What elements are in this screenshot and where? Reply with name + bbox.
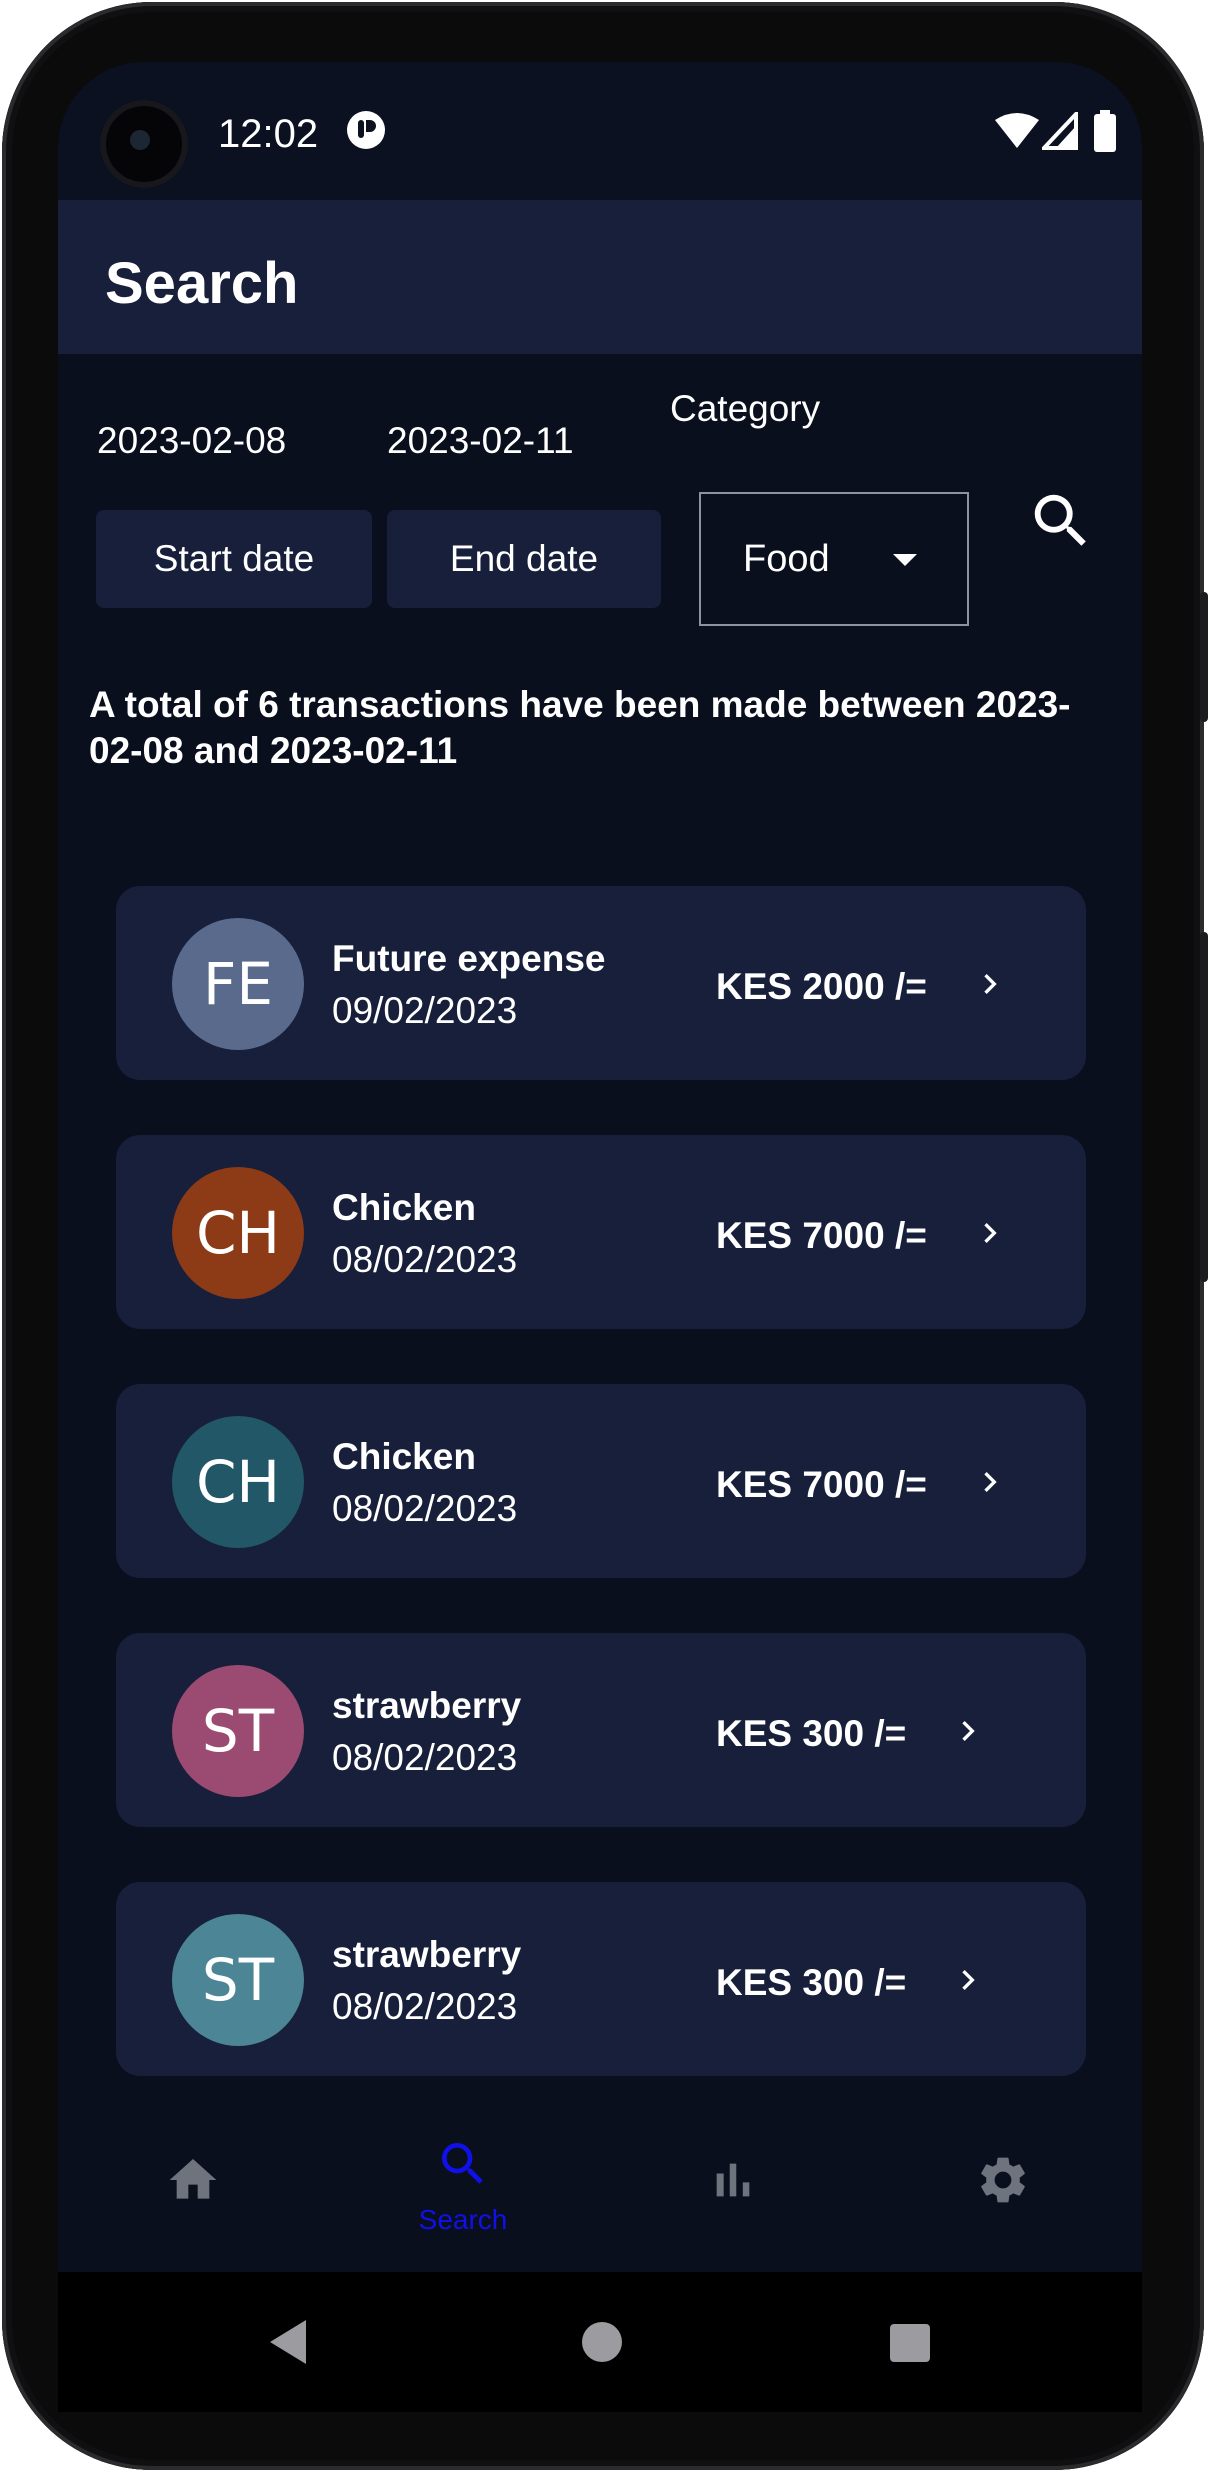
end-date-button[interactable]: End date (387, 510, 661, 608)
bar-chart-icon (716, 2163, 750, 2197)
app-bar: Search (58, 200, 1142, 354)
chevron-right-icon (984, 1223, 997, 1243)
transaction-card[interactable]: ST strawberry 08/02/2023 KES 300 /= (116, 1633, 1086, 1827)
start-date-value: 2023-02-08 (97, 420, 287, 461)
nav-item-stats[interactable] (598, 2092, 868, 2272)
transaction-amount: KES 7000 /= (716, 1215, 927, 1256)
system-navigation-bar (58, 2272, 1142, 2412)
transaction-card[interactable]: FE Future expense 09/02/2023 KES 2000 /= (116, 886, 1086, 1080)
cell-signal-icon (1042, 112, 1078, 150)
transaction-name: strawberry (332, 1934, 522, 1975)
transaction-date: 08/02/2023 (332, 1737, 518, 1778)
transaction-card[interactable]: CH Chicken 08/02/2023 KES 7000 /= (116, 1135, 1086, 1329)
transaction-amount: KES 7000 /= (716, 1464, 927, 1505)
avatar: ST (172, 1914, 304, 2046)
transaction-name: Chicken (332, 1436, 476, 1477)
transaction-date: 08/02/2023 (332, 1239, 518, 1280)
start-date-button[interactable]: Start date (96, 510, 372, 608)
back-icon[interactable] (266, 2318, 310, 2366)
transaction-card[interactable]: CH Chicken 08/02/2023 KES 7000 /= (116, 1384, 1086, 1578)
transaction-list: FE Future expense 09/02/2023 KES 2000 /=… (116, 822, 1086, 2152)
transaction-card[interactable]: ST strawberry 08/02/2023 KES 300 /= (116, 1882, 1086, 2076)
transaction-name: Chicken (332, 1187, 476, 1228)
transaction-summary: A total of 6 transactions have been made… (89, 684, 1071, 771)
avatar: FE (172, 918, 304, 1050)
nav-item-home[interactable] (58, 2092, 328, 2272)
avatar: CH (172, 1167, 304, 1299)
dropdown-caret-icon (893, 554, 917, 566)
battery-icon (1094, 110, 1116, 152)
page-title: Search (105, 251, 299, 316)
transaction-name: Future expense (332, 938, 606, 979)
search-icon[interactable] (1026, 486, 1096, 556)
status-time: 12:02 (218, 112, 319, 156)
home-icon (169, 2159, 217, 2199)
avatar: CH (172, 1416, 304, 1548)
transaction-date: 08/02/2023 (332, 1488, 518, 1529)
app-screen: 12:02 Search 2023-02-08 2023-02-11 Categ… (58, 62, 1142, 2272)
chevron-right-icon (984, 974, 997, 994)
transaction-date: 08/02/2023 (332, 1986, 518, 2027)
category-selected-value: Food (743, 537, 830, 580)
chevron-right-icon (962, 1721, 975, 1741)
volume-button (1200, 932, 1208, 1282)
chevron-right-icon (962, 1970, 975, 1990)
avatar: ST (172, 1665, 304, 1797)
nav-item-settings[interactable] (868, 2092, 1138, 2272)
nav-label-search: Search (418, 2204, 508, 2235)
gear-icon (981, 2157, 1025, 2203)
transaction-amount: KES 300 /= (716, 1962, 907, 2003)
recents-icon[interactable] (888, 2322, 932, 2364)
end-date-value: 2023-02-11 (387, 420, 574, 461)
category-label: Category (670, 388, 821, 429)
transaction-amount: KES 300 /= (716, 1713, 907, 1754)
category-dropdown[interactable]: Food (699, 492, 969, 626)
nav-item-search[interactable]: Search (328, 2092, 598, 2272)
home-nav-icon[interactable] (580, 2320, 624, 2364)
bottom-navigation: Search (58, 2092, 1142, 2272)
transaction-date: 09/02/2023 (332, 990, 518, 1031)
transaction-name: strawberry (332, 1685, 522, 1726)
search-icon (442, 2143, 483, 2184)
front-camera (100, 100, 188, 188)
wifi-icon (995, 113, 1039, 148)
chevron-right-icon (984, 1472, 997, 1492)
status-bar: 12:02 (58, 62, 1142, 200)
transaction-amount: KES 2000 /= (716, 966, 927, 1007)
app-notification-icon (347, 111, 385, 149)
power-button (1200, 592, 1208, 722)
